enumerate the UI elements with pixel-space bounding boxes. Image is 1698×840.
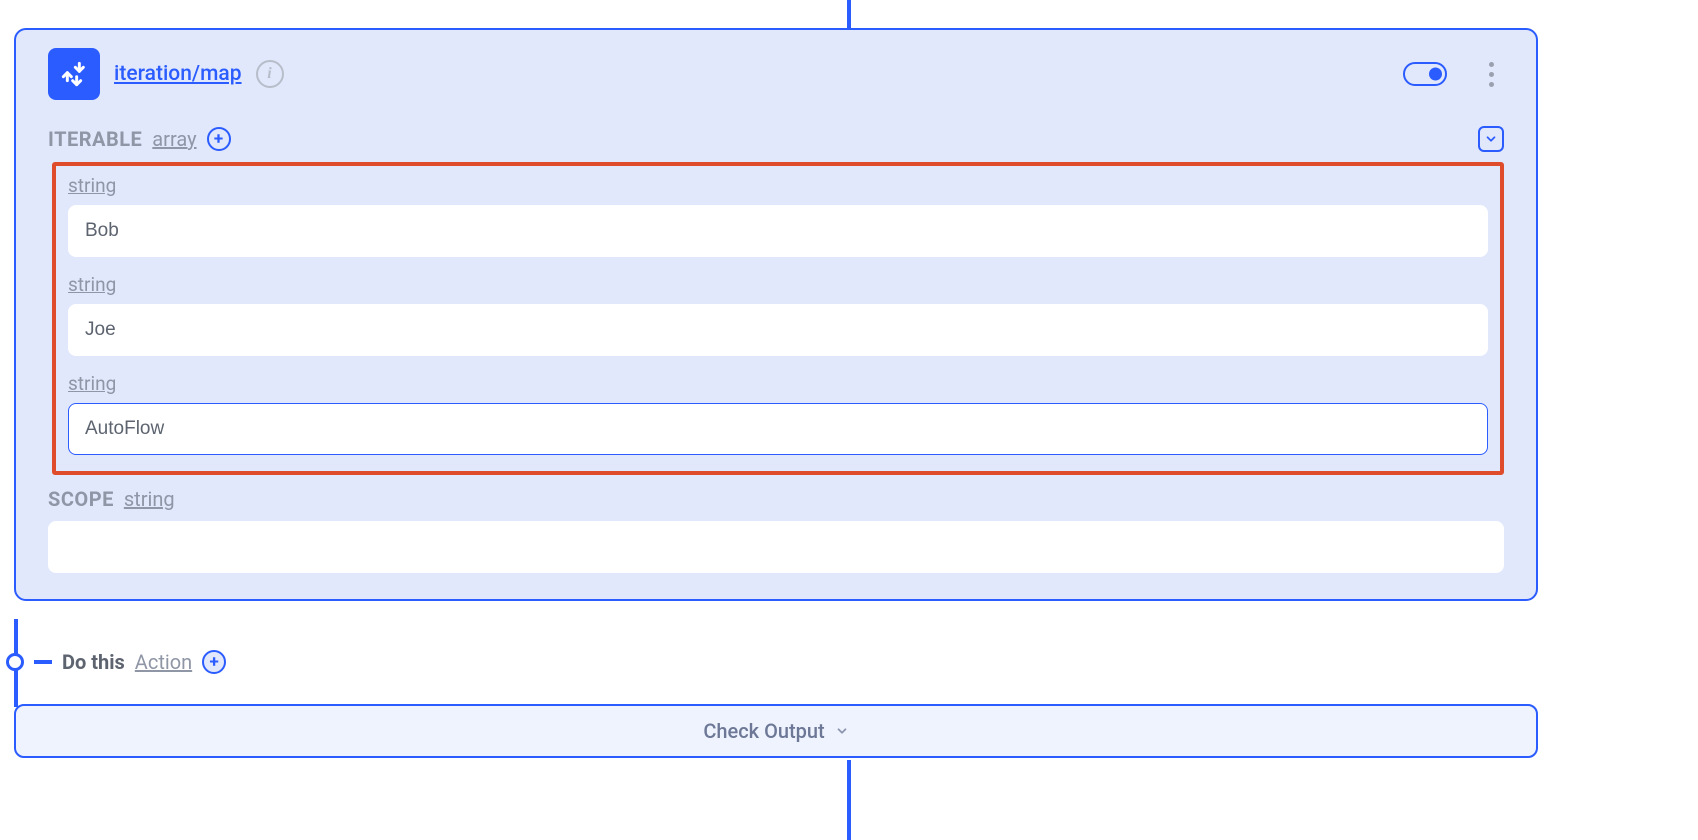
scope-label: SCOPE: [48, 487, 114, 511]
item-type-link[interactable]: string: [68, 372, 116, 395]
add-iterable-button[interactable]: +: [207, 127, 231, 151]
iterable-header-row: ITERABLE array +: [48, 126, 1504, 152]
node-title-link[interactable]: iteration/map: [114, 62, 242, 86]
add-action-button[interactable]: +: [202, 650, 226, 674]
collapse-iterable-button[interactable]: [1478, 126, 1504, 152]
scope-input[interactable]: [48, 521, 1504, 573]
item-value-input[interactable]: [68, 205, 1488, 257]
scope-type-link[interactable]: string: [124, 487, 175, 511]
do-this-row: Do this Action +: [6, 650, 226, 674]
iterable-items-highlight: string string string: [52, 162, 1504, 475]
node-header: iteration/map i: [48, 48, 1504, 100]
check-output-label: Check Output: [703, 719, 824, 743]
iteration-map-node: iteration/map i ITERABLE array + string …: [14, 28, 1538, 601]
toggle-knob: [1429, 68, 1442, 81]
recycle-icon: [48, 48, 100, 100]
connector-stub: [34, 660, 52, 664]
do-this-label: Do this: [62, 650, 125, 674]
info-icon[interactable]: i: [256, 60, 284, 88]
scope-header-row: SCOPE string: [48, 487, 1504, 511]
node-port[interactable]: [6, 653, 24, 671]
more-menu-icon[interactable]: [1479, 56, 1504, 93]
item-value-input[interactable]: [68, 403, 1488, 455]
item-type-link[interactable]: string: [68, 273, 116, 296]
iterable-type-link[interactable]: array: [152, 127, 196, 151]
array-item: string: [68, 273, 1488, 372]
action-link[interactable]: Action: [135, 650, 192, 674]
item-type-link[interactable]: string: [68, 174, 116, 197]
array-item: string: [68, 372, 1488, 459]
enable-toggle[interactable]: [1403, 62, 1447, 86]
iterable-label: ITERABLE: [48, 127, 142, 151]
connector-line-top: [847, 0, 851, 28]
array-item: string: [68, 174, 1488, 273]
item-value-input[interactable]: [68, 304, 1488, 356]
connector-line-bottom: [847, 760, 851, 840]
chevron-down-icon: [835, 724, 849, 738]
check-output-button[interactable]: Check Output: [14, 704, 1538, 758]
